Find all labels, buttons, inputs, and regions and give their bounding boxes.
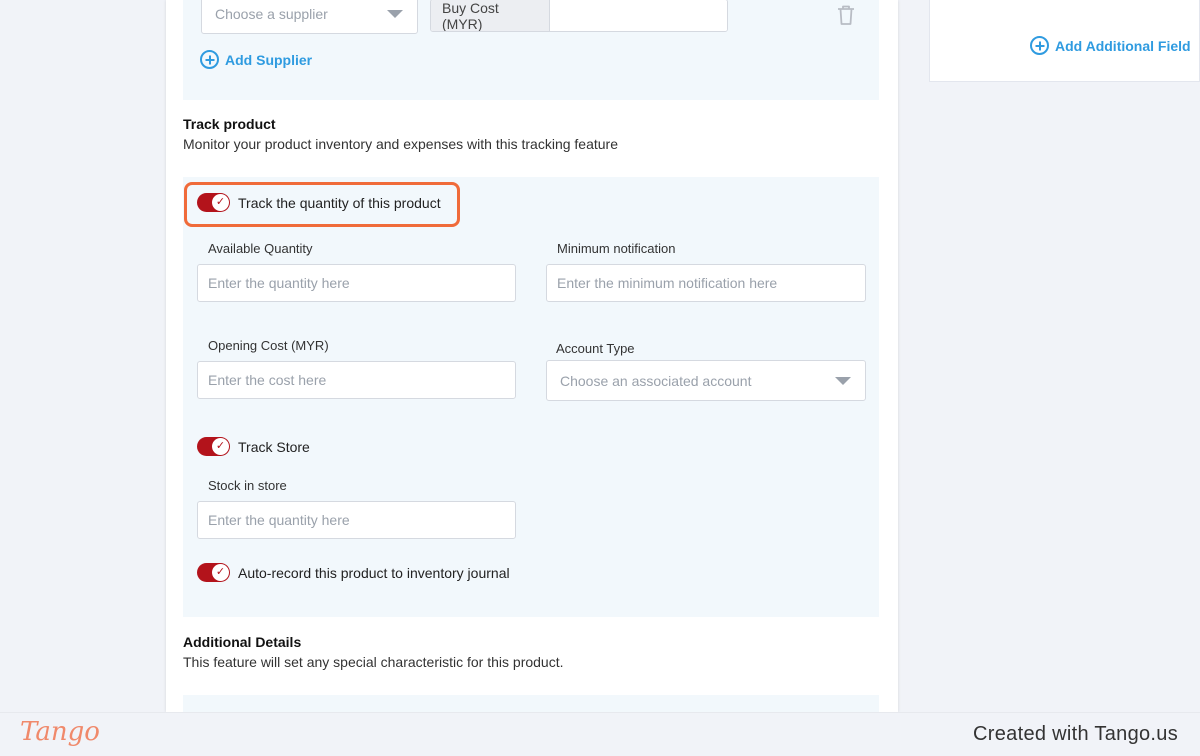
track-product-description: Monitor your product inventory and expen… [183,136,619,152]
account-type-select[interactable]: Choose an associated account [546,360,866,401]
check-icon: ✓ [212,564,229,581]
add-additional-field-link[interactable]: Add Additional Field [1030,36,1191,55]
created-with-credit: Created with Tango.us [973,723,1178,745]
stock-in-store-input[interactable] [197,501,516,539]
auto-record-toggle-row[interactable]: ✓ Auto-record this product to inventory … [197,563,510,582]
additional-details-panel [183,695,879,712]
track-panel: ✓ Track the quantity of this product Ava… [183,177,879,617]
add-additional-field-label: Add Additional Field [1055,37,1191,54]
minimum-notification-input[interactable] [546,264,866,302]
track-store-toggle-row[interactable]: ✓ Track Store [197,437,310,456]
track-store-toggle[interactable]: ✓ [197,437,230,456]
opening-cost-label: Opening Cost (MYR) [208,338,329,353]
product-form-card: Choose a supplier Buy Cost (MYR) Add Sup… [166,0,898,712]
opening-cost-input[interactable] [197,361,516,399]
buy-cost-group: Buy Cost (MYR) [430,0,728,32]
tango-logo: Tango [20,717,100,747]
chevron-down-icon [387,10,403,18]
track-product-title: Track product [183,116,276,132]
additional-field-card: Add Additional Field [929,0,1200,82]
chevron-down-icon [835,376,851,385]
tango-footer: Tango Created with Tango.us [0,712,1200,756]
supplier-select-value: Choose a supplier [215,6,328,22]
additional-details-description: This feature will set any special charac… [183,654,564,670]
track-store-label: Track Store [238,438,310,455]
auto-record-toggle[interactable]: ✓ [197,563,230,582]
supplier-select[interactable]: Choose a supplier [201,0,418,34]
auto-record-label: Auto-record this product to inventory jo… [238,564,510,581]
buy-cost-input[interactable] [550,0,727,31]
add-supplier-link[interactable]: Add Supplier [200,50,312,69]
plus-circle-icon [200,50,219,69]
trash-icon[interactable] [836,4,856,26]
plus-circle-icon [1030,36,1049,55]
stock-in-store-label: Stock in store [208,478,287,493]
available-quantity-label: Available Quantity [208,241,313,256]
minimum-notification-label: Minimum notification [557,241,676,256]
available-quantity-input[interactable] [197,264,516,302]
account-type-label: Account Type [556,341,635,356]
buy-cost-label: Buy Cost (MYR) [431,0,550,31]
additional-details-title: Additional Details [183,634,302,650]
step-highlight-box [184,182,460,227]
check-icon: ✓ [212,438,229,455]
add-supplier-label: Add Supplier [225,51,313,68]
supplier-panel: Choose a supplier Buy Cost (MYR) Add Sup… [183,0,879,100]
account-type-value: Choose an associated account [560,372,752,389]
